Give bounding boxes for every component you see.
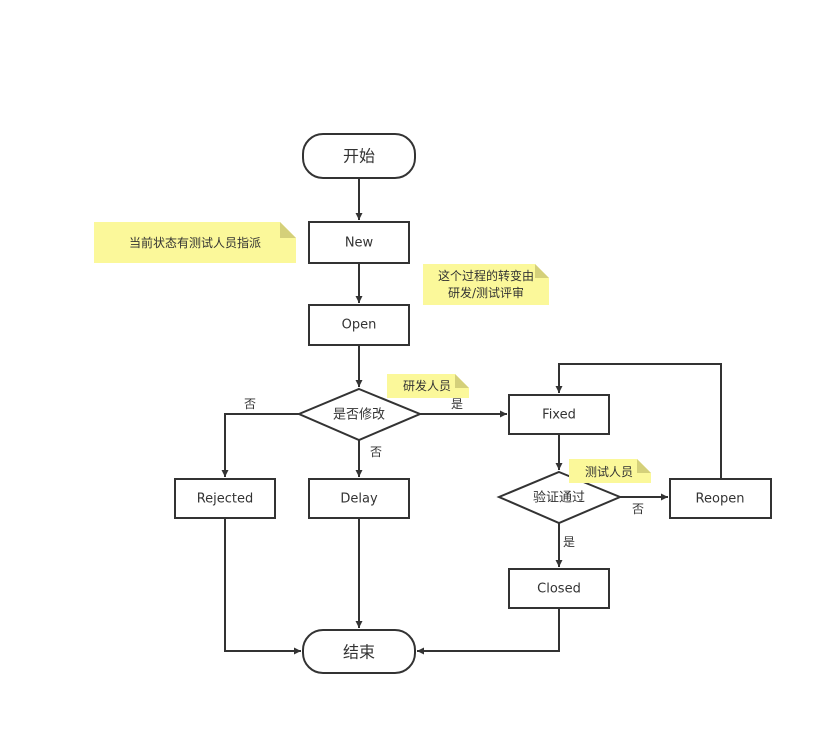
node-rejected: Rejected <box>174 478 276 519</box>
edge-decision-rejected <box>221 413 299 477</box>
node-start-label: 开始 <box>343 147 375 166</box>
note-new: 当前状态有测试人员指派 <box>94 222 296 263</box>
node-delay-label: Delay <box>340 492 378 507</box>
node-new-label: New <box>345 236 374 251</box>
node-closed-label: Closed <box>537 582 581 597</box>
decision-verify-label: 验证通过 <box>533 490 585 506</box>
node-rejected-label: Rejected <box>197 492 254 507</box>
node-delay: Delay <box>308 478 410 519</box>
node-closed: Closed <box>508 568 610 609</box>
node-fixed: Fixed <box>508 394 610 435</box>
node-fixed-label: Fixed <box>542 408 576 423</box>
node-end-label: 结束 <box>343 643 375 662</box>
note-new-text: 当前状态有测试人员指派 <box>129 235 261 250</box>
node-open: Open <box>308 304 410 346</box>
node-reopen: Reopen <box>669 478 772 519</box>
note-open: 这个过程的转变由 研发/测试评审 <box>423 264 549 305</box>
node-new: New <box>308 221 410 264</box>
edge-label-yes-fixed: 是 <box>451 397 463 411</box>
edge-label-no-delay: 否 <box>370 445 382 459</box>
edge-label-no-reopen: 否 <box>632 502 644 516</box>
node-end: 结束 <box>302 629 416 674</box>
note-open-text-line1: 这个过程的转变由 <box>438 268 534 283</box>
note-open-text-line2: 研发/测试评审 <box>448 285 524 300</box>
note-dev-text: 研发人员 <box>403 378 451 393</box>
edge-label-no-rejected: 否 <box>244 397 256 411</box>
note-test-text: 测试人员 <box>585 464 633 479</box>
node-start: 开始 <box>302 133 416 179</box>
edge-closed-end <box>417 608 560 655</box>
decision-modify-label: 是否修改 <box>333 408 385 423</box>
note-test: 测试人员 <box>569 459 651 483</box>
note-dev: 研发人员 <box>387 374 469 398</box>
node-open-label: Open <box>342 318 377 333</box>
flowchart: 开始 New Open 是否修改 Rejected Delay Fixed 验证… <box>94 133 772 674</box>
edge-label-yes-closed: 是 <box>563 535 575 549</box>
edge-rejected-end <box>224 518 301 655</box>
node-reopen-label: Reopen <box>696 492 745 507</box>
